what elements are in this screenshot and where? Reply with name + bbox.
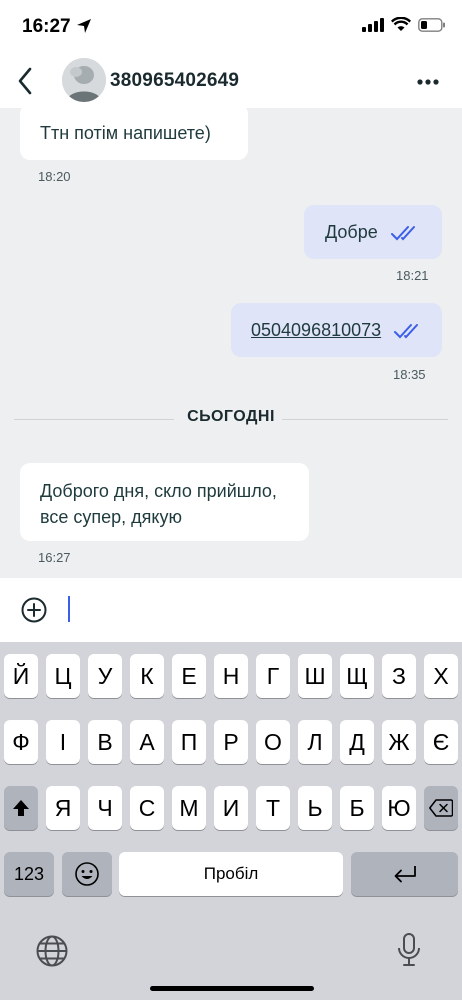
location-arrow-icon	[77, 19, 91, 33]
message-bubble-outgoing[interactable]: 0504096810073	[231, 303, 442, 357]
message-bubble-outgoing[interactable]: Добре	[304, 205, 442, 259]
key[interactable]: П	[172, 720, 206, 764]
key[interactable]: Т	[256, 786, 290, 830]
back-chevron-icon[interactable]	[12, 64, 40, 98]
message-input-bar	[0, 578, 462, 642]
message-time: 18:20	[38, 169, 71, 184]
key[interactable]: Е	[172, 654, 206, 698]
avatar-placeholder-icon	[62, 58, 106, 102]
message-time: 18:35	[393, 367, 426, 382]
key[interactable]: К	[130, 654, 164, 698]
more-options-icon[interactable]	[416, 72, 440, 92]
key[interactable]: В	[88, 720, 122, 764]
backspace-icon	[429, 799, 453, 817]
key[interactable]: З	[382, 654, 416, 698]
chat-header: 380965402649	[0, 56, 462, 108]
message-time: 18:21	[396, 268, 429, 283]
contact-name[interactable]: 380965402649	[110, 70, 239, 92]
date-label: СЬОГОДНІ	[187, 408, 275, 425]
backspace-key[interactable]	[424, 786, 458, 830]
message-text: Добре	[325, 222, 378, 242]
read-double-check-icon	[394, 324, 419, 339]
return-arrow-icon	[394, 866, 416, 883]
message-time: 16:27	[38, 550, 71, 565]
key[interactable]: Ж	[382, 720, 416, 764]
key[interactable]: Х	[424, 654, 458, 698]
key[interactable]: Н	[214, 654, 248, 698]
wifi-icon	[391, 17, 411, 31]
numbers-key[interactable]: 123	[4, 852, 54, 896]
key[interactable]: Ш	[298, 654, 332, 698]
shift-key[interactable]	[4, 786, 38, 830]
phone-number-link[interactable]: 0504096810073	[251, 320, 381, 340]
key[interactable]: Я	[46, 786, 80, 830]
home-indicator[interactable]	[150, 986, 314, 991]
key[interactable]: Ь	[298, 786, 332, 830]
space-key[interactable]: Пробіл	[119, 852, 343, 896]
message-input[interactable]	[68, 596, 70, 622]
add-attachment-icon[interactable]	[20, 596, 48, 624]
emoji-icon	[75, 862, 99, 886]
avatar[interactable]	[62, 58, 106, 102]
key[interactable]: Г	[256, 654, 290, 698]
key[interactable]: Р	[214, 720, 248, 764]
key[interactable]: Ц	[46, 654, 80, 698]
key[interactable]: О	[256, 720, 290, 764]
message-text: Ттн потім напишете)	[40, 123, 211, 143]
microphone-icon[interactable]	[395, 932, 423, 968]
key[interactable]: У	[88, 654, 122, 698]
key[interactable]: Щ	[340, 654, 374, 698]
key[interactable]: Ч	[88, 786, 122, 830]
status-bar: 16:27	[0, 0, 462, 56]
key[interactable]: Ю	[382, 786, 416, 830]
signal-icon	[362, 17, 384, 32]
status-time: 16:27	[22, 16, 71, 37]
message-bubble-incoming[interactable]: Доброго дня, скло прийшло, все супер, дя…	[20, 463, 309, 541]
emoji-key[interactable]	[62, 852, 112, 896]
read-double-check-icon	[390, 226, 415, 241]
message-bubble-incoming[interactable]: Ттн потім напишете)	[20, 108, 248, 160]
key[interactable]: Д	[340, 720, 374, 764]
key[interactable]: М	[172, 786, 206, 830]
message-text: Доброго дня, скло прийшло, все супер, дя…	[40, 481, 277, 527]
key[interactable]: И	[214, 786, 248, 830]
key[interactable]: Л	[298, 720, 332, 764]
key[interactable]: Є	[424, 720, 458, 764]
key[interactable]: С	[130, 786, 164, 830]
battery-icon	[418, 17, 445, 32]
key[interactable]: Б	[340, 786, 374, 830]
date-divider: СЬОГОДНІ	[14, 408, 448, 428]
message-list[interactable]: Ттн потім напишете) 18:20 Добре 18:21 05…	[0, 108, 462, 578]
key[interactable]: Ф	[4, 720, 38, 764]
globe-icon[interactable]	[35, 934, 69, 968]
return-key[interactable]	[351, 852, 458, 896]
shift-arrow-icon	[13, 800, 29, 816]
keyboard: Й Ц У К Е Н Г Ш Щ З Х Ф І В А П Р О Л Д …	[0, 642, 462, 1000]
key[interactable]: А	[130, 720, 164, 764]
key[interactable]: І	[46, 720, 80, 764]
key[interactable]: Й	[4, 654, 38, 698]
status-indicators	[362, 17, 446, 32]
